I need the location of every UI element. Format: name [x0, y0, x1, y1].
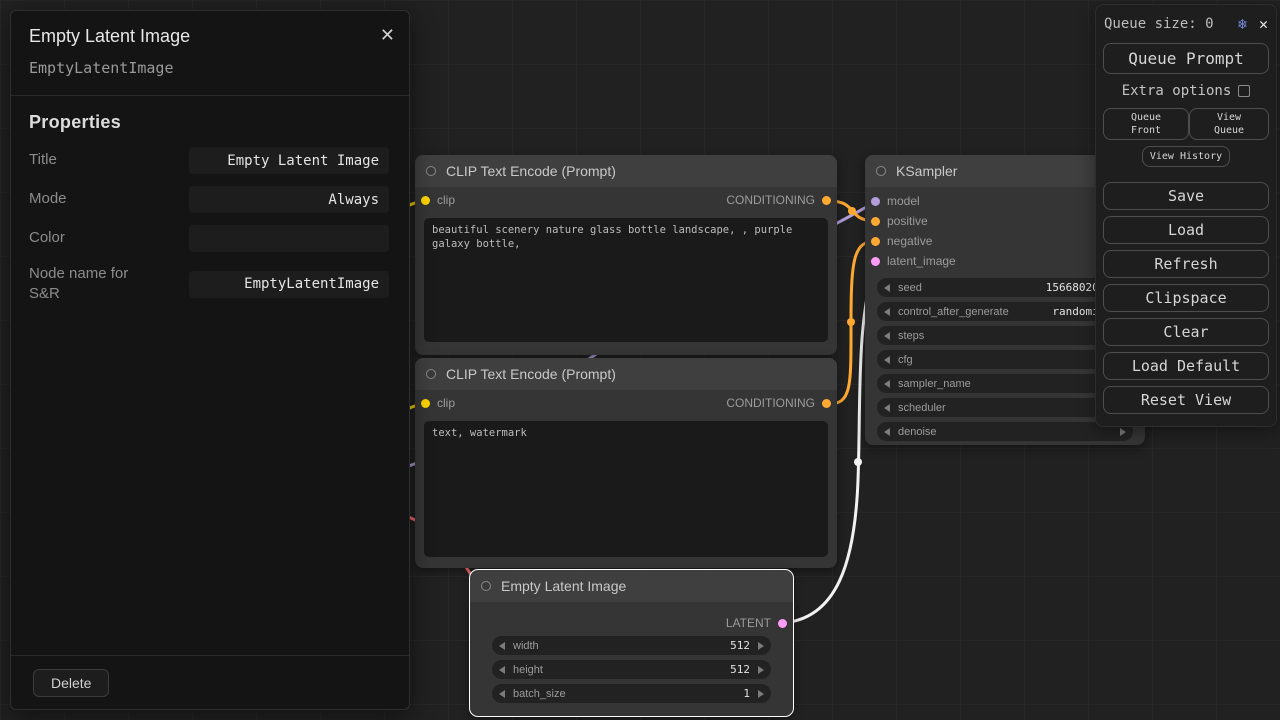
collapse-dot-icon[interactable] [876, 166, 886, 176]
comfy-menu: Queue size: 0 ❄ ✕ Queue Prompt Extra opt… [1095, 4, 1277, 427]
field-mode: Mode Always [29, 186, 389, 213]
load-default-button[interactable]: Load Default [1103, 352, 1269, 380]
field-label: Mode [29, 189, 159, 209]
increment-arrow-icon[interactable] [758, 690, 764, 698]
decrement-arrow-icon[interactable] [884, 308, 890, 316]
conditioning-output-port-icon[interactable] [822, 196, 831, 205]
node-title-bar[interactable]: CLIP Text Encode (Prompt) [415, 358, 837, 390]
increment-arrow-icon[interactable] [758, 642, 764, 650]
node-title: CLIP Text Encode (Prompt) [446, 163, 616, 179]
decrement-arrow-icon[interactable] [884, 332, 890, 340]
properties-section-heading: Properties [29, 112, 391, 133]
properties-panel: Empty Latent Image ✕ EmptyLatentImage Pr… [10, 10, 410, 710]
link-midpoint-dot-icon [848, 207, 856, 215]
input-slot-label: clip [437, 193, 455, 207]
queue-size-count: 0 [1205, 16, 1213, 32]
collapse-dot-icon[interactable] [481, 581, 491, 591]
node-title: Empty Latent Image [501, 578, 626, 594]
decrement-arrow-icon[interactable] [499, 666, 505, 674]
delete-button[interactable]: Delete [33, 669, 109, 697]
latent-input-port-icon[interactable] [871, 257, 880, 266]
collapse-dot-icon[interactable] [426, 369, 436, 379]
positive-prompt-textarea[interactable]: beautiful scenery nature glass bottle la… [424, 218, 828, 342]
snr-name-input[interactable]: EmptyLatentImage [189, 271, 389, 298]
link-midpoint-dot-icon [854, 458, 862, 466]
output-slot-label: CONDITIONING [726, 396, 815, 410]
node-title: KSampler [896, 163, 957, 179]
menu-header[interactable]: Queue size: 0 ❄ ✕ [1103, 11, 1269, 43]
input-slot-label: negative [887, 234, 932, 248]
close-icon[interactable]: ✕ [1259, 15, 1268, 33]
negative-prompt-textarea[interactable]: text, watermark [424, 421, 828, 557]
negative-input-port-icon[interactable] [871, 237, 880, 246]
field-label: Node name for S&R [29, 264, 159, 305]
widget-width[interactable]: width 512 [492, 636, 771, 655]
input-slot-label: model [887, 194, 920, 208]
field-label: Title [29, 150, 159, 170]
queue-front-button[interactable]: Queue Front [1103, 108, 1189, 140]
queue-size-text: Queue size: 0 [1104, 16, 1238, 32]
extra-options-label: Extra options [1122, 83, 1232, 99]
clip-input-port-icon[interactable] [421, 399, 430, 408]
node-title: CLIP Text Encode (Prompt) [446, 366, 616, 382]
node-title-bar[interactable]: Empty Latent Image [470, 570, 793, 602]
comfyui-canvas[interactable]: { "panel": { "title": "Empty Latent Imag… [0, 0, 1280, 720]
refresh-button[interactable]: Refresh [1103, 250, 1269, 278]
input-slot-label: clip [437, 396, 455, 410]
extra-options-checkbox[interactable] [1238, 85, 1250, 97]
decrement-arrow-icon[interactable] [884, 356, 890, 364]
save-button[interactable]: Save [1103, 182, 1269, 210]
decrement-arrow-icon[interactable] [884, 404, 890, 412]
decrement-arrow-icon[interactable] [884, 284, 890, 292]
field-title: Title Empty Latent Image [29, 147, 389, 174]
input-slot-label: latent_image [887, 254, 956, 268]
panel-footer: Delete [11, 655, 409, 709]
clear-button[interactable]: Clear [1103, 318, 1269, 346]
color-input[interactable] [189, 225, 389, 252]
node-title-bar[interactable]: CLIP Text Encode (Prompt) [415, 155, 837, 187]
collapse-dot-icon[interactable] [426, 166, 436, 176]
decrement-arrow-icon[interactable] [499, 642, 505, 650]
widget-height[interactable]: height 512 [492, 660, 771, 679]
field-node-name-snr: Node name for S&R EmptyLatentImage [29, 264, 389, 305]
mode-input[interactable]: Always [189, 186, 389, 213]
increment-arrow-icon[interactable] [1120, 428, 1126, 436]
queue-size-label: Queue size: [1104, 16, 1197, 32]
clipspace-button[interactable]: Clipspace [1103, 284, 1269, 312]
decrement-arrow-icon[interactable] [884, 428, 890, 436]
title-input[interactable]: Empty Latent Image [189, 147, 389, 174]
panel-title: Empty Latent Image ✕ [11, 11, 409, 55]
positive-input-port-icon[interactable] [871, 217, 880, 226]
input-slot-label: positive [887, 214, 928, 228]
close-icon[interactable]: ✕ [380, 25, 395, 46]
latent-output-port-icon[interactable] [778, 619, 787, 628]
link-midpoint-dot-icon [847, 318, 855, 326]
widget-denoise[interactable]: denoise [877, 422, 1133, 441]
view-history-button[interactable]: View History [1142, 146, 1230, 167]
reset-view-button[interactable]: Reset View [1103, 386, 1269, 414]
output-slot-label: CONDITIONING [726, 193, 815, 207]
decrement-arrow-icon[interactable] [499, 690, 505, 698]
field-label: Color [29, 228, 159, 248]
view-queue-button[interactable]: View Queue [1189, 108, 1269, 140]
widget-batch-size[interactable]: batch_size 1 [492, 684, 771, 703]
extra-options-row: Extra options [1103, 83, 1269, 99]
output-slot-label: LATENT [726, 616, 771, 630]
node-clip-text-encode-positive[interactable]: CLIP Text Encode (Prompt) clip CONDITION… [415, 155, 837, 355]
load-button[interactable]: Load [1103, 216, 1269, 244]
field-color: Color [29, 225, 389, 252]
node-clip-text-encode-negative[interactable]: CLIP Text Encode (Prompt) clip CONDITION… [415, 358, 837, 568]
node-empty-latent-image[interactable]: Empty Latent Image LATENT width 512 heig… [470, 570, 793, 716]
node-type-name: EmptyLatentImage [11, 55, 409, 96]
model-input-port-icon[interactable] [871, 197, 880, 206]
conditioning-output-port-icon[interactable] [822, 399, 831, 408]
increment-arrow-icon[interactable] [758, 666, 764, 674]
clip-input-port-icon[interactable] [421, 196, 430, 205]
settings-snowflake-icon[interactable]: ❄ [1238, 15, 1247, 33]
panel-title-text: Empty Latent Image [29, 26, 190, 46]
queue-prompt-button[interactable]: Queue Prompt [1103, 43, 1269, 74]
decrement-arrow-icon[interactable] [884, 380, 890, 388]
